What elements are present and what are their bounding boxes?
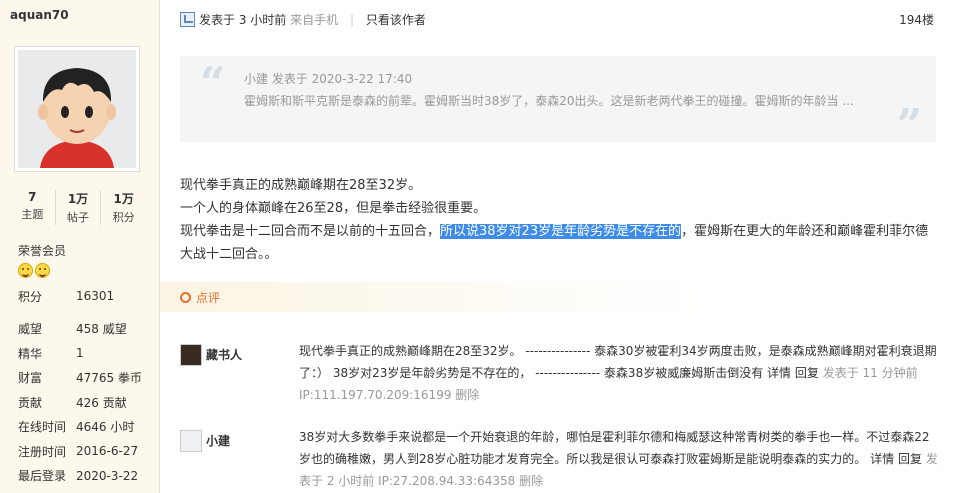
comment-reply-link[interactable]: 回复 [898, 452, 922, 466]
commenter-name[interactable]: 藏书人 [206, 346, 242, 363]
info-row-prestige: 威望 458 威望 [18, 317, 158, 342]
stat-posts[interactable]: 1万 帖子 [56, 190, 102, 225]
comment-time: 发表于 11 分钟前 [822, 366, 918, 380]
open-quote-icon: “ [200, 58, 226, 109]
selected-text: 所以说38岁对23岁是年龄劣势是不存在的 [440, 224, 682, 239]
info-key: 精华 [18, 346, 43, 361]
post-line-text: 现代拳击是十二回合而不是以前的十五回合， [180, 224, 441, 239]
only-author-link[interactable]: 只看该作者 [366, 13, 426, 27]
post-line: 一个人的身体巅峰在26至28，但是拳击经验很重要。 [180, 201, 487, 216]
comment-ip: IP:27.208.94.33:64358 [378, 474, 516, 488]
post-line: 现代拳手真正的成熟巅峰期在28至32岁。 [180, 178, 422, 193]
user-stats: 7 主题 1万 帖子 1万 积分 [10, 190, 146, 225]
info-value: 4646 小时 [76, 420, 135, 435]
comments-title: 点评 [196, 290, 221, 305]
info-key: 最后登录 [18, 469, 67, 484]
stat-credits-label: 积分 [112, 211, 135, 224]
info-row-wealth: 财富 47765 拳币 [18, 366, 158, 391]
stat-threads[interactable]: 7 主题 [10, 190, 56, 225]
info-row-register-time: 注册时间 2016-6-27 [18, 439, 158, 464]
post-header: 发表于 3 小时前 来自手机 | 只看该作者 194楼 [180, 10, 934, 28]
comment-delete-link[interactable]: 删除 [519, 474, 543, 488]
medals [18, 263, 50, 278]
stat-threads-num: 7 [28, 190, 37, 204]
comment-detail-link[interactable]: 详情 [767, 366, 791, 380]
post-main: 发表于 3 小时前 来自手机 | 只看该作者 194楼 “ 小建 发表于 202… [160, 0, 954, 493]
info-key: 财富 [18, 371, 43, 386]
info-key: 在线时间 [18, 420, 67, 435]
info-value: 16301 [76, 289, 115, 304]
comment-detail-link[interactable]: 详情 [870, 452, 894, 466]
post-line: 现代拳击是十二回合而不是以前的十五回合，所以说38岁对23岁是年龄劣势是不存在的… [180, 220, 940, 266]
forum-post-page: aquan70 7 主题 1万 帖子 1万 积分 荣誉会员 积分 16301 威… [0, 0, 954, 493]
cartoon-avatar-icon [18, 50, 136, 168]
info-key: 注册时间 [18, 444, 67, 459]
info-row-contribution: 贡献 426 贡献 [18, 390, 158, 415]
comment-body: 38岁对大多数拳手来说都是一个开始衰退的年龄，哪怕是霍利菲尔德和梅威瑟这种常青树… [299, 430, 930, 466]
avatar-image [18, 50, 136, 168]
info-key: 威望 [18, 322, 43, 337]
user-info-list: 积分 16301 威望 458 威望 精华 1 财富 47765 拳币 贡献 4… [18, 284, 158, 488]
stat-posts-label: 帖子 [67, 211, 89, 224]
comment-text: 38岁对大多数拳手来说都是一个开始衰退的年龄，哪怕是霍利菲尔德和梅威瑟这种常青树… [299, 426, 939, 492]
info-key: 贡献 [18, 395, 43, 410]
smiley-medal-icon[interactable] [18, 263, 33, 278]
user-sidebar: aquan70 7 主题 1万 帖子 1万 积分 荣誉会员 积分 16301 威… [0, 0, 160, 493]
post-time: 发表于 3 小时前 [199, 12, 287, 27]
comment-circle-icon [180, 291, 191, 303]
comment-ip: IP:111.197.70.209:16199 [299, 388, 452, 402]
stat-credits[interactable]: 1万 积分 [101, 190, 146, 225]
info-value: 426 贡献 [76, 395, 127, 410]
online-status-icon [180, 11, 195, 27]
stat-posts-num: 1万 [67, 192, 89, 206]
comment-reply-link[interactable]: 回复 [795, 366, 819, 380]
avatar[interactable] [14, 46, 140, 172]
info-value: 1 [76, 346, 84, 361]
commenter-avatar[interactable] [180, 344, 202, 366]
user-group-label[interactable]: 荣誉会员 [18, 242, 66, 259]
floor-number[interactable]: 194楼 [899, 11, 934, 28]
info-key: 积分 [18, 289, 43, 304]
post-content: 现代拳手真正的成熟巅峰期在28至32岁。 一个人的身体巅峰在26至28，但是拳击… [180, 174, 940, 266]
comment-delete-link[interactable]: 删除 [455, 388, 479, 402]
info-row-last-login: 最后登录 2020-3-22 [18, 464, 158, 489]
commenter-avatar[interactable] [180, 430, 202, 452]
quote-block: “ 小建 发表于 2020-3-22 17:40 霍姆斯和斯平克斯是泰森的前辈。… [180, 56, 936, 148]
smiley-medal-icon[interactable] [35, 263, 50, 278]
quote-header: 小建 发表于 2020-3-22 17:40 [244, 72, 413, 86]
close-quote-icon: ” [896, 100, 922, 151]
comment-text: 现代拳手真正的成熟巅峰期在28至32岁。 --------------- 泰森3… [299, 340, 939, 406]
stat-threads-label: 主题 [21, 208, 44, 221]
info-row-credits: 积分 16301 [18, 284, 158, 309]
info-value: 47765 拳币 [76, 371, 142, 386]
info-value: 2016-6-27 [76, 444, 139, 459]
divider: | [349, 12, 354, 27]
post-source: 来自手机 [290, 12, 339, 27]
post-meta: 发表于 3 小时前 来自手机 | 只看该作者 [199, 11, 426, 28]
info-value: 2020-3-22 [76, 468, 139, 483]
info-value: 458 威望 [76, 322, 127, 337]
stat-credits-num: 1万 [113, 192, 134, 206]
username-link[interactable]: aquan70 [10, 8, 69, 22]
info-row-online-time: 在线时间 4646 小时 [18, 415, 158, 440]
quote-body: 霍姆斯和斯平克斯是泰森的前辈。霍姆斯当时38岁了，泰森20出头。这是新老两代拳王… [244, 94, 854, 108]
commenter-name[interactable]: 小建 [206, 432, 230, 449]
info-row-digest: 精华 1 [18, 341, 158, 366]
comments-header: 点评 [160, 282, 936, 312]
